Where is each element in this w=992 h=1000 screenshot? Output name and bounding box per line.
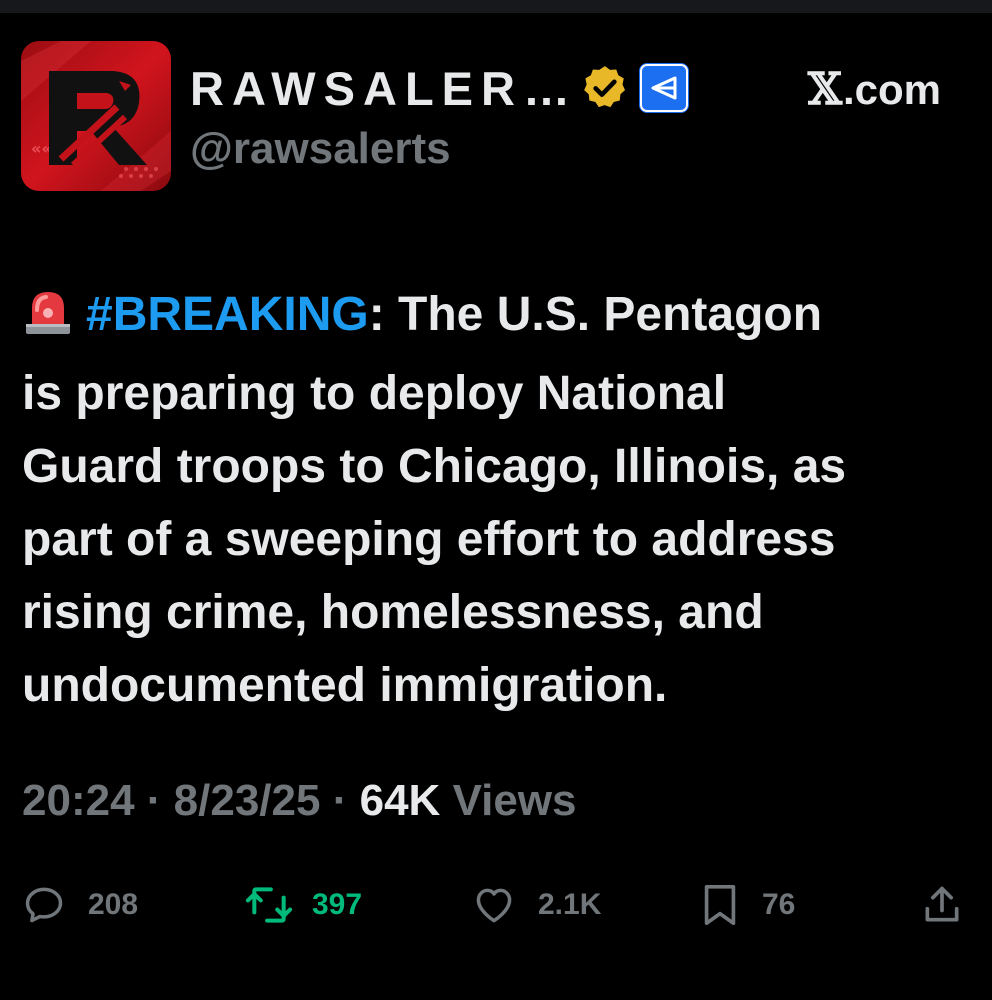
tweet-text: #BREAKING: The U.S. Pentagon is preparin… [22,278,972,722]
tweet-meta: 20:24 · 8/23/25 · 64K Views [22,776,577,826]
heart-icon [476,888,512,923]
author-name-row[interactable]: RAWSALER… [190,58,690,118]
tweet-line-3: Guard troops to Chicago, Illinois, as [22,440,847,493]
source-domain[interactable]: 𝕏 .com [808,64,941,115]
like-count: 2.1K [538,888,602,921]
meta-separator: · [146,776,162,825]
retweet-icon [245,887,293,923]
retweet-button[interactable]: 397 [244,870,362,940]
bookmark-icon [704,884,736,926]
avatar[interactable]: ««« [21,41,171,191]
x-logo-icon: 𝕏 [807,64,842,115]
reply-button[interactable]: 208 [22,870,138,940]
action-bar: 208 397 2.1K 76 [0,870,992,940]
tweet-line-1: #BREAKING: The U.S. Pentagon [22,278,972,357]
bookmark-button[interactable]: 76 [700,870,795,940]
views-label[interactable]: Views [453,776,577,825]
retweet-count: 397 [312,888,363,921]
tweet-line-6: undocumented immigration. [22,659,668,712]
verified-gold-icon[interactable] [580,63,630,113]
top-bar [0,0,992,13]
tweet-time[interactable]: 20:24 [22,776,135,825]
like-button[interactable]: 2.1K [472,870,601,940]
siren-icon [22,284,74,357]
meta-separator: · [332,776,348,825]
tweet-date[interactable]: 8/23/25 [174,776,321,825]
reply-count: 208 [88,888,139,921]
reply-icon [25,887,63,923]
views-count[interactable]: 64K [360,776,441,825]
handle[interactable]: @rawsalerts [190,124,451,174]
share-button[interactable] [920,870,964,940]
share-icon [925,886,959,922]
affiliate-icon[interactable] [638,62,690,114]
tweet-line-5: rising crime, homelessness, and [22,586,764,639]
display-name[interactable]: RAWSALER… [190,61,578,116]
source-label: .com [842,65,941,113]
tweet-line-2: is preparing to deploy National [22,367,727,420]
tweet-line-4: part of a sweeping effort to address [22,513,836,566]
hashtag-link[interactable]: #BREAKING [86,288,369,341]
bookmark-count: 76 [762,888,796,921]
